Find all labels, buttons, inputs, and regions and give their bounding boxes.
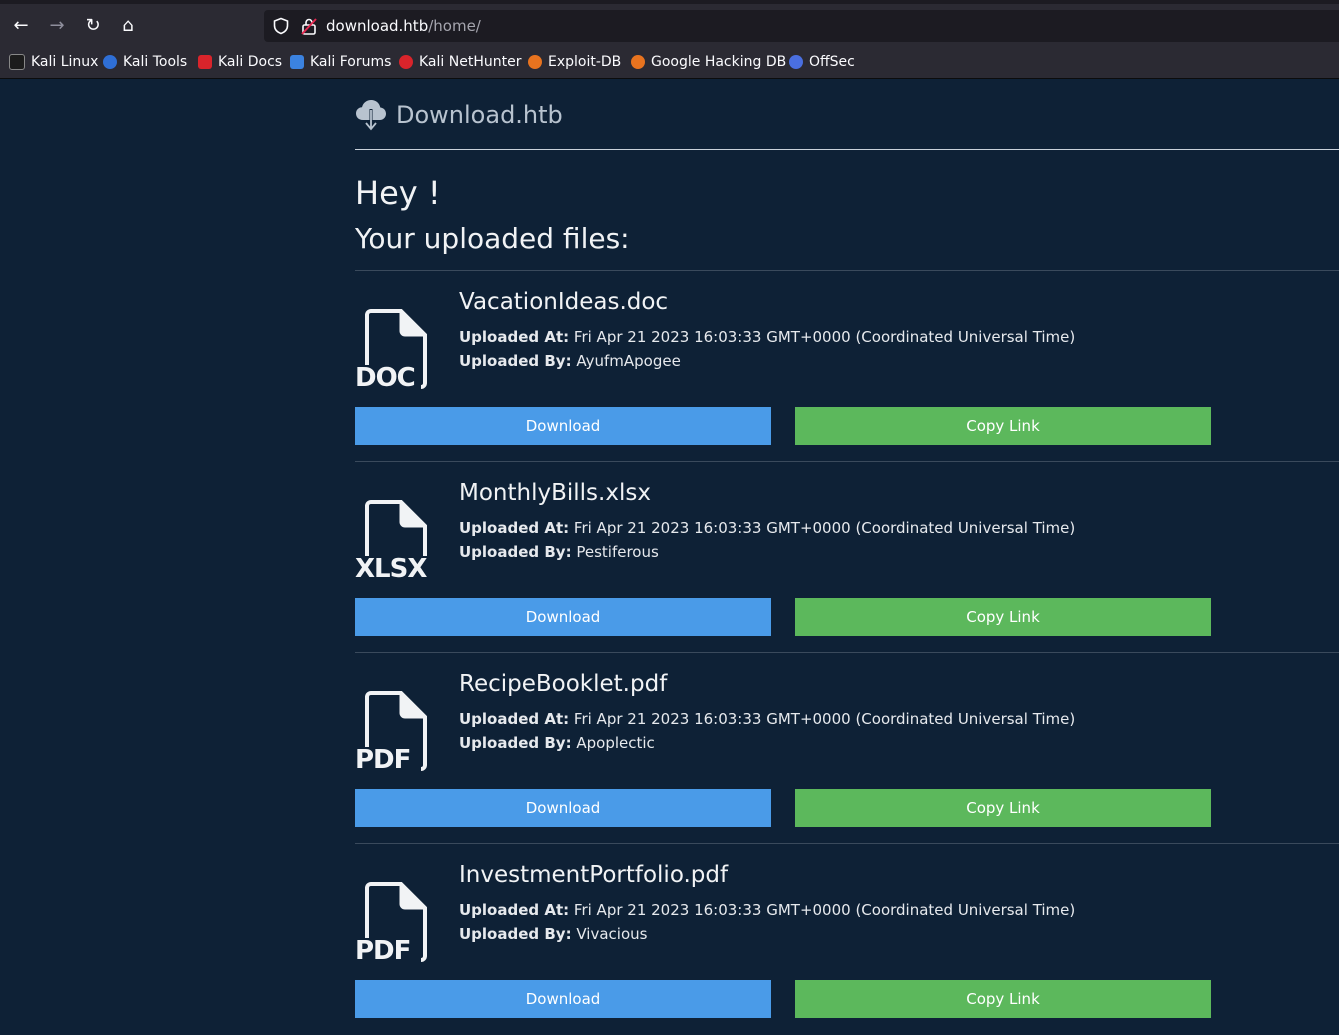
file-card: DOC VacationIdeas.doc Uploaded At: Fri A…: [355, 270, 1339, 462]
brand-name: Download.htb: [396, 101, 563, 129]
file-card: XLSX MonthlyBills.xlsx Uploaded At: Fri …: [355, 461, 1339, 653]
uploaded-at-label: Uploaded At:: [459, 710, 570, 728]
cloud-download-icon: [356, 100, 386, 131]
page-content: Download.htb Hey ! Your uploaded files: …: [355, 78, 1339, 1018]
kali-tools-icon: [103, 55, 117, 69]
copy-link-button[interactable]: Copy Link: [795, 789, 1211, 827]
ghdb-icon: [631, 55, 645, 69]
uploaded-at-label: Uploaded At:: [459, 328, 570, 346]
uploaded-by-value: AyufmApogee: [576, 352, 681, 370]
uploaded-at-value: Fri Apr 21 2023 16:03:33 GMT+0000 (Coord…: [573, 328, 1076, 346]
uploaded-at: Uploaded At: Fri Apr 21 2023 16:03:33 GM…: [459, 519, 1075, 537]
bookmark-label: OffSec: [809, 54, 855, 70]
download-button[interactable]: Download: [355, 407, 771, 445]
uploaded-by-label: Uploaded By:: [459, 543, 572, 561]
bookmark-offsec[interactable]: OffSec: [789, 52, 855, 72]
bookmark-label: Kali Tools: [123, 54, 188, 70]
uploaded-by-value: Apoplectic: [576, 734, 655, 752]
bookmark-kali-tools[interactable]: Kali Tools: [103, 52, 187, 72]
file-type-icon: PDF: [355, 691, 431, 773]
copy-link-button[interactable]: Copy Link: [795, 407, 1211, 445]
file-type-icon: PDF: [355, 882, 431, 964]
site-brand[interactable]: Download.htb: [355, 98, 563, 132]
bookmark-label: Kali NetHunter: [419, 54, 522, 70]
uploaded-by-label: Uploaded By:: [459, 734, 572, 752]
bookmark-google-hacking-db[interactable]: Google Hacking DB: [631, 52, 786, 72]
uploaded-by-value: Pestiferous: [576, 543, 659, 561]
kali-dragon-icon: [9, 54, 25, 70]
uploaded-by: Uploaded By: Vivacious: [459, 925, 647, 943]
bookmark-label: Exploit-DB: [548, 54, 622, 70]
greeting: Hey !: [355, 174, 441, 212]
uploaded-at: Uploaded At: Fri Apr 21 2023 16:03:33 GM…: [459, 710, 1075, 728]
uploaded-by-label: Uploaded By:: [459, 925, 572, 943]
download-button[interactable]: Download: [355, 980, 771, 1018]
url-host: download.htb: [326, 17, 429, 35]
insecure-lock-icon[interactable]: [300, 17, 318, 35]
bookmark-label: Kali Forums: [310, 54, 392, 70]
tab-strip: [0, 0, 1339, 4]
bookmark-kali-docs[interactable]: Kali Docs: [198, 52, 282, 72]
file-extension-label: DOC: [355, 365, 418, 391]
file-name: VacationIdeas.doc: [459, 289, 669, 315]
address-bar[interactable]: download.htb/home/: [264, 10, 1339, 42]
bookmark-exploit-db[interactable]: Exploit-DB: [528, 52, 621, 72]
bookmark-kali-nethunter[interactable]: Kali NetHunter: [399, 52, 521, 72]
forward-icon[interactable]: →: [44, 13, 70, 39]
download-button[interactable]: Download: [355, 598, 771, 636]
uploaded-at-value: Fri Apr 21 2023 16:03:33 GMT+0000 (Coord…: [573, 901, 1076, 919]
uploaded-by-label: Uploaded By:: [459, 352, 572, 370]
back-icon[interactable]: ←: [8, 13, 34, 39]
offsec-icon: [789, 55, 803, 69]
file-extension-label: PDF: [355, 938, 414, 964]
bookmark-kali-forums[interactable]: Kali Forums: [290, 52, 391, 72]
uploaded-by: Uploaded By: Apoplectic: [459, 734, 655, 752]
file-extension-label: PDF: [355, 747, 414, 773]
uploaded-at-value: Fri Apr 21 2023 16:03:33 GMT+0000 (Coord…: [573, 519, 1076, 537]
kali-docs-icon: [198, 55, 212, 69]
bookmark-kali-linux[interactable]: Kali Linux: [9, 52, 98, 72]
copy-link-button[interactable]: Copy Link: [795, 980, 1211, 1018]
header-divider: [355, 149, 1339, 150]
browser-toolbar: ← → ↻ ⌂ download.htb/home/: [0, 0, 1339, 46]
uploaded-at: Uploaded At: Fri Apr 21 2023 16:03:33 GM…: [459, 328, 1075, 346]
download-button[interactable]: Download: [355, 789, 771, 827]
file-type-icon: XLSX: [355, 500, 431, 582]
uploaded-by: Uploaded By: Pestiferous: [459, 543, 659, 561]
bookmarks-toolbar: Kali Linux Kali Tools Kali Docs Kali For…: [0, 46, 1339, 79]
page-title: Your uploaded files:: [355, 222, 630, 255]
file-name: InvestmentPortfolio.pdf: [459, 862, 729, 888]
kali-forums-icon: [290, 55, 304, 69]
file-type-icon: DOC: [355, 309, 431, 391]
uploaded-at-label: Uploaded At:: [459, 901, 570, 919]
file-extension-label: XLSX: [355, 556, 430, 582]
uploaded-by: Uploaded By: AyufmApogee: [459, 352, 681, 370]
nethunter-icon: [399, 55, 413, 69]
url-path: /home/: [428, 17, 481, 35]
bookmark-label: Google Hacking DB: [651, 54, 787, 70]
file-card: PDF RecipeBooklet.pdf Uploaded At: Fri A…: [355, 652, 1339, 844]
home-icon[interactable]: ⌂: [115, 13, 141, 39]
bookmark-label: Kali Linux: [31, 54, 99, 70]
file-card: PDF InvestmentPortfolio.pdf Uploaded At:…: [355, 843, 1339, 1035]
uploaded-at-value: Fri Apr 21 2023 16:03:33 GMT+0000 (Coord…: [573, 710, 1076, 728]
bookmark-label: Kali Docs: [218, 54, 283, 70]
shield-icon[interactable]: [272, 17, 290, 35]
uploaded-by-value: Vivacious: [576, 925, 648, 943]
uploaded-at-label: Uploaded At:: [459, 519, 570, 537]
file-name: RecipeBooklet.pdf: [459, 671, 668, 697]
reload-icon[interactable]: ↻: [80, 13, 106, 39]
copy-link-button[interactable]: Copy Link: [795, 598, 1211, 636]
uploaded-at: Uploaded At: Fri Apr 21 2023 16:03:33 GM…: [459, 901, 1075, 919]
url-text[interactable]: download.htb/home/: [326, 17, 481, 35]
file-name: MonthlyBills.xlsx: [459, 480, 651, 506]
exploit-db-icon: [528, 55, 542, 69]
